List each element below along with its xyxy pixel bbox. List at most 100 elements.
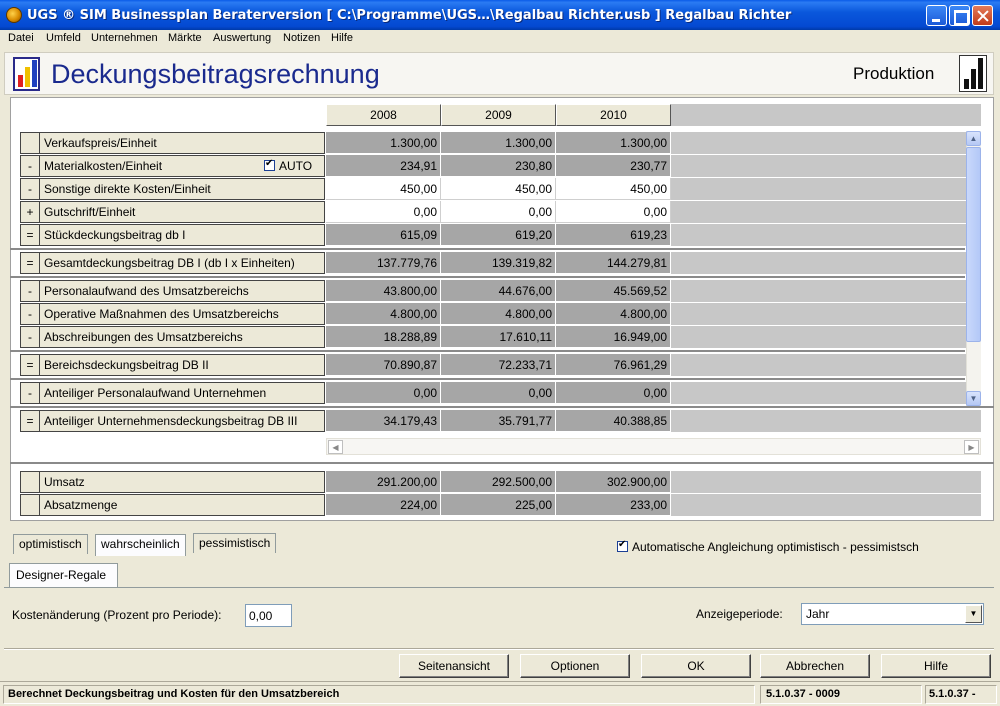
row-filler [671,494,981,516]
year-header-2008: 2008 [326,104,441,126]
period-select[interactable]: Jahr ▼ [801,603,984,625]
ok-button[interactable]: OK [641,654,751,678]
row-label: - Anteiliger Personalaufwand Unternehmen [20,382,325,404]
year-header-2009: 2009 [441,104,556,126]
menu-datei[interactable]: Datei [8,32,34,44]
value-cell: 44.676,00 [441,280,556,302]
checkbox-checked-icon[interactable] [617,539,628,552]
row-filler [671,132,966,154]
value-cell: 144.279,81 [556,252,671,274]
year-header-filler [671,104,981,126]
value-cell: 619,23 [556,224,671,246]
auto-checkbox[interactable]: AUTO [264,158,312,173]
hilfe-button[interactable]: Hilfe [881,654,991,678]
scroll-left-icon[interactable]: ◀ [328,440,343,454]
row-label: - Operative Maßnahmen des Umsatzbereichs [20,303,325,325]
abbrechen-button[interactable]: Abbrechen [760,654,870,678]
row-filler [671,201,966,223]
scroll-down-icon[interactable]: ▼ [966,391,981,406]
value-cell: 0,00 [556,382,671,404]
editable-value-cell[interactable]: 0,00 [556,201,671,223]
tab-wahrscheinlich[interactable]: wahrscheinlich [95,534,186,556]
editable-value-cell[interactable]: 0,00 [441,201,556,223]
bar-chart-icon [13,57,40,91]
checkbox-checked-icon[interactable] [264,158,275,171]
separator [10,350,965,352]
separator [10,276,965,278]
tab-pessimistisch[interactable]: pessimistisch [193,533,277,553]
tab-optimistisch[interactable]: optimistisch [13,534,88,554]
editable-value-cell[interactable]: 0,00 [326,201,441,223]
row-label: Absatzmenge [20,494,325,516]
editable-value-cell[interactable]: 450,00 [441,178,556,200]
minimize-button[interactable] [926,5,947,26]
row-label: = Bereichsdeckungsbeitrag DB II [20,354,325,376]
value-cell: 234,91 [326,155,441,177]
row-filler [671,280,966,302]
chevron-down-icon[interactable]: ▼ [965,605,982,623]
editable-value-cell[interactable]: 450,00 [556,178,671,200]
row-filler [671,354,966,376]
row-label: = Stückdeckungsbeitrag db I [20,224,325,246]
value-cell: 139.319,82 [441,252,556,274]
year-header-2010: 2010 [556,104,671,126]
scroll-right-icon[interactable]: ▶ [964,440,979,454]
value-cell: 34.179,43 [326,410,441,432]
row-label: - Abschreibungen des Umsatzbereichs [20,326,325,348]
row-filler [671,382,966,404]
value-cell: 233,00 [556,494,671,516]
row-filler [671,178,966,200]
value-cell: 4.800,00 [441,303,556,325]
row-filler [671,224,966,246]
seitenansicht-button[interactable]: Seitenansicht [399,654,509,678]
menu-notizen[interactable]: Notizen [283,32,320,44]
auto-adjust-checkbox[interactable]: Automatische Angleichung optimistisch - … [617,539,919,554]
row-label: - Personalaufwand des Umsatzbereichs [20,280,325,302]
value-cell: 45.569,52 [556,280,671,302]
value-cell: 17.610,11 [441,326,556,348]
value-cell: 35.791,77 [441,410,556,432]
row-filler [671,155,966,177]
separator [10,248,965,250]
separator [10,378,965,380]
row-label: = Anteiliger Unternehmensdeckungsbeitrag … [20,410,325,432]
separator [10,462,994,464]
value-cell: 1.300,00 [441,132,556,154]
title-bar: UGS ® SIM Businessplan Beraterversion [ … [0,0,1000,30]
value-cell: 76.961,29 [556,354,671,376]
row-label: = Gesamtdeckungsbeitrag DB I (db I x Einh… [20,252,325,274]
menu-unternehmen[interactable]: Unternehmen [91,32,158,44]
value-cell: 225,00 [441,494,556,516]
value-cell: 0,00 [441,382,556,404]
value-cell: 302.900,00 [556,471,671,493]
section-title: Produktion [853,64,935,83]
kosten-input[interactable]: 0,00 [245,604,292,627]
close-button[interactable] [972,5,993,26]
value-cell: 230,80 [441,155,556,177]
scroll-up-icon[interactable]: ▲ [966,131,981,146]
row-label: - Sonstige direkte Kosten/Einheit [20,178,325,200]
menu-hilfe[interactable]: Hilfe [331,32,353,44]
row-label: Verkaufspreis/Einheit [20,132,325,154]
value-cell: 43.800,00 [326,280,441,302]
menu-umfeld[interactable]: Umfeld [46,32,81,44]
maximize-button[interactable] [949,5,970,26]
vertical-scroll-thumb[interactable] [966,147,981,342]
status-bar: Berechnet Deckungsbeitrag und Kosten für… [0,681,1000,706]
row-label: Umsatz [20,471,325,493]
menu-auswertung[interactable]: Auswertung [213,32,271,44]
menu-bar: Datei Umfeld Unternehmen Märkte Auswertu… [0,30,1000,49]
row-filler [671,326,966,348]
menu-maerkte[interactable]: Märkte [168,32,202,44]
tab-line [4,587,994,588]
value-cell: 0,00 [326,382,441,404]
editable-value-cell[interactable]: 450,00 [326,178,441,200]
value-cell: 615,09 [326,224,441,246]
value-cell: 1.300,00 [326,132,441,154]
value-cell: 4.800,00 [556,303,671,325]
optionen-button[interactable]: Optionen [520,654,630,678]
app-icon[interactable] [6,7,22,23]
horizontal-scrollbar[interactable]: ◀ ▶ [326,438,981,455]
tab-designer-regale[interactable]: Designer-Regale [9,563,118,587]
window-title: UGS ® SIM Businessplan Beraterversion [ … [27,8,792,23]
